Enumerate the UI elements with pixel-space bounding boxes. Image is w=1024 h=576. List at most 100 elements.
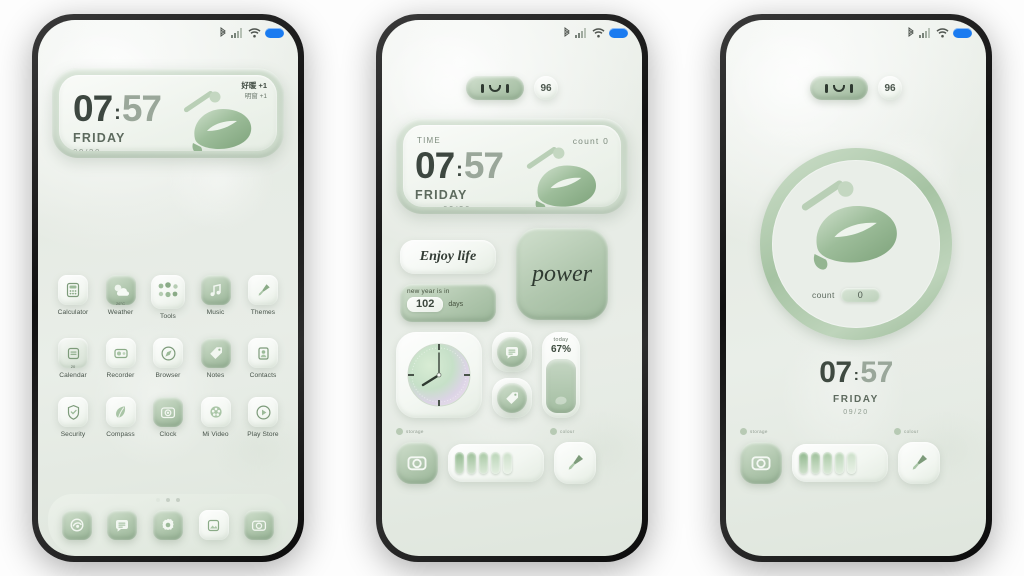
jade-leaf-icon — [519, 147, 615, 207]
progress-label: today — [553, 337, 569, 343]
camera-icon — [407, 456, 427, 471]
count-text: count — [572, 136, 600, 146]
paintbrush-icon — [568, 454, 584, 470]
app-label: Compass — [106, 431, 135, 438]
phone3-statusbar — [726, 20, 986, 46]
phone-icon[interactable] — [61, 510, 92, 540]
camera-icon[interactable] — [244, 510, 275, 540]
gear-icon[interactable] — [152, 510, 183, 540]
segment-bar-icon[interactable] — [792, 444, 888, 482]
smiley-face-icon[interactable] — [466, 76, 524, 100]
signal-icon — [919, 28, 930, 38]
calculator-icon — [58, 275, 88, 305]
app-label: Calendar — [59, 372, 87, 379]
count-widget[interactable]: count 0 — [812, 288, 880, 302]
app-label: Calculator — [57, 309, 89, 316]
segment-1 — [455, 452, 464, 474]
phone2-dock-themes[interactable] — [554, 442, 596, 484]
battery-icon — [953, 28, 972, 38]
app-recorder[interactable]: Recorder — [100, 338, 142, 379]
analog-clock-icon — [407, 343, 471, 407]
clock-separator: : — [114, 102, 121, 124]
app-notes[interactable]: Notes — [195, 338, 237, 379]
weather-temp-badge: 26°C — [116, 301, 125, 306]
app-compass[interactable]: Compass — [100, 397, 142, 438]
face-eye-right — [850, 83, 853, 93]
weather-icon: 26°C — [105, 275, 136, 306]
count-label: count — [812, 290, 835, 300]
app-row: Calculator 26°C Weather Tools Music Them… — [52, 275, 284, 320]
play-store-icon — [248, 397, 278, 427]
segment-2 — [467, 452, 476, 474]
app-mi-video[interactable]: Mi Video — [195, 397, 237, 438]
app-themes[interactable]: Themes — [242, 275, 284, 320]
app-label: Music — [206, 309, 225, 316]
smiley-face-icon[interactable] — [810, 76, 868, 100]
app-calendar[interactable]: 20 Calendar — [52, 338, 94, 379]
mini-widget-note[interactable] — [492, 378, 532, 418]
countdown-widget[interactable]: new year is in 102 days — [400, 284, 496, 322]
app-row: Security Compass Clock Mi Video Play Sto… — [52, 397, 284, 438]
dock-label-dot — [740, 428, 747, 435]
countdown-unit: days — [448, 301, 464, 308]
segment-bar-icon[interactable] — [448, 444, 544, 482]
phone2-clock-widget[interactable]: TIME 07:57 FRIDAY 09/20 count 0 — [396, 118, 628, 214]
quote-card[interactable]: Enjoy life — [400, 240, 496, 274]
contacts-icon — [248, 338, 278, 368]
dock-label-colour: colour — [894, 428, 919, 435]
count-value: 0 — [603, 136, 609, 146]
app-weather[interactable]: 26°C Weather — [100, 275, 142, 320]
compass-browser-icon — [153, 338, 183, 368]
app-music[interactable]: Music — [195, 275, 237, 320]
phone2-screen[interactable]: 96 TIME 07:57 FRIDAY 09/20 count 0 — [382, 20, 642, 556]
app-label: Play Store — [247, 431, 279, 438]
phone3-dock-camera[interactable] — [740, 442, 782, 484]
power-card[interactable]: power — [516, 228, 608, 320]
lock-clock-date: 09/20 — [843, 409, 869, 416]
calendar-icon: 20 — [58, 338, 88, 369]
calendar-day-badge: 20 — [70, 364, 76, 369]
app-clock[interactable]: Clock — [147, 397, 189, 438]
dock-label-colour: colour — [550, 428, 575, 435]
phone1-clock-widget[interactable]: 07:57 FRIDAY 09/20 好暖 +1 明窗 +1 — [52, 68, 284, 158]
clock-hours: 07 — [73, 88, 113, 129]
chat-bubble-icon — [506, 346, 518, 359]
phone3-number-badge[interactable]: 96 — [878, 76, 902, 100]
lock-clock-day: FRIDAY — [833, 394, 879, 405]
phone3-screen[interactable]: 96 count 0 07:57 FRIDAY 09/20 storage co… — [726, 20, 986, 556]
gallery-icon[interactable] — [198, 510, 229, 540]
count-label: count 0 — [573, 136, 609, 146]
dock-label-storage: storage — [740, 428, 768, 435]
app-tools[interactable]: Tools — [147, 275, 189, 320]
phone-device-3: 96 count 0 07:57 FRIDAY 09/20 storage co… — [720, 14, 992, 562]
app-label: Recorder — [106, 372, 135, 379]
clock-separator: : — [456, 159, 463, 181]
app-label: Security — [60, 431, 86, 438]
app-label: Contacts — [249, 372, 277, 379]
progress-widget[interactable]: today 67% — [542, 332, 580, 418]
app-play-store[interactable]: Play Store — [242, 397, 284, 438]
wifi-icon — [936, 28, 949, 38]
app-contacts[interactable]: Contacts — [242, 338, 284, 379]
lock-clock-time: 07:57 — [819, 358, 893, 388]
segment-5 — [503, 452, 512, 474]
app-security[interactable]: Security — [52, 397, 94, 438]
dock-label-dot — [894, 428, 901, 435]
message-icon[interactable] — [107, 510, 138, 540]
segment-5 — [847, 452, 856, 474]
phone3-dock-themes[interactable] — [898, 442, 940, 484]
phone1-statusbar — [38, 20, 298, 46]
mini-widget-chat[interactable] — [492, 332, 532, 372]
phone2-dock-camera[interactable] — [396, 442, 438, 484]
analog-clock-widget[interactable] — [396, 332, 482, 418]
phone2-number-badge[interactable]: 96 — [534, 76, 558, 100]
dock-label-dot — [396, 428, 403, 435]
app-browser[interactable]: Browser — [147, 338, 189, 379]
tools-folder-icon — [151, 275, 185, 309]
clock-separator: : — [853, 367, 859, 384]
phone1-screen[interactable]: 07:57 FRIDAY 09/20 好暖 +1 明窗 +1 — [38, 20, 298, 556]
dock-label-text: colour — [904, 429, 919, 434]
app-calculator[interactable]: Calculator — [52, 275, 94, 320]
bluetooth-icon — [564, 27, 570, 37]
segment-2 — [811, 452, 820, 474]
